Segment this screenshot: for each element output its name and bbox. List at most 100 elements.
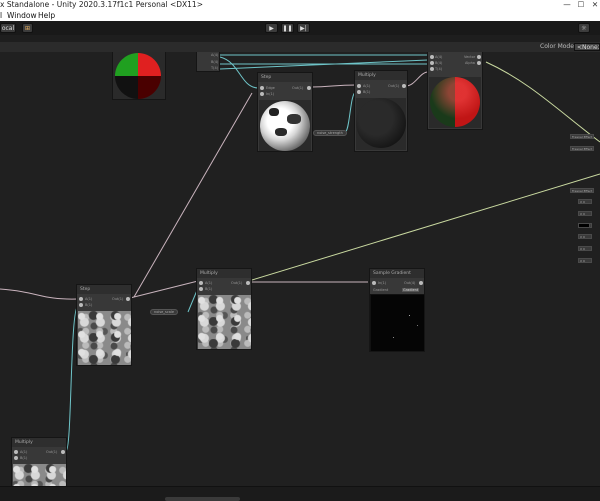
node-preview	[198, 295, 251, 349]
port-label: B(1)	[363, 90, 371, 94]
graph-canvas[interactable]: A(4) B(4) T(4) Step Edge In(1) Out(1) Mu…	[0, 52, 600, 486]
master-field[interactable]: X 0	[578, 246, 592, 251]
port-label: A(4)	[211, 53, 219, 57]
master-field[interactable]: Fresnel Effect	[570, 146, 594, 151]
input-port[interactable]	[260, 86, 264, 90]
input-port[interactable]	[79, 303, 83, 307]
input-port[interactable]	[372, 281, 376, 285]
node-preview	[429, 77, 481, 128]
window-title: x Standalone - Unity 2020.3.17f1c1 Perso…	[0, 0, 203, 9]
global-toggle-icon[interactable]: ⊞	[22, 23, 33, 33]
wire	[311, 84, 357, 88]
port-label: In(1)	[378, 281, 387, 285]
input-port[interactable]	[260, 92, 264, 96]
graph-bottom-bar	[0, 486, 600, 501]
master-field[interactable]: X 0	[578, 211, 592, 216]
input-port[interactable]	[430, 67, 434, 71]
wire	[219, 56, 259, 89]
input-port[interactable]	[14, 456, 18, 460]
port-label: Out(4)	[404, 281, 416, 285]
menu-item-window[interactable]: Window	[7, 10, 37, 21]
node-preview	[13, 464, 66, 486]
port-label: A(1)	[85, 297, 93, 301]
node-multiply-mid[interactable]: Multiply A(1) B(1) Out(1)	[196, 268, 252, 350]
master-field[interactable]: X 0	[578, 199, 592, 204]
wire	[133, 92, 253, 298]
preview-spot	[269, 108, 279, 116]
wire	[251, 173, 600, 281]
preview-sphere	[356, 98, 406, 148]
node-header: Sample Gradient	[370, 269, 424, 278]
master-field[interactable]: X 0	[578, 234, 592, 239]
node-header: Step	[77, 285, 131, 294]
horizontal-scrollbar[interactable]	[165, 497, 240, 501]
port-label: A(1)	[205, 281, 213, 285]
node-sample-gradient[interactable]: Sample Gradient In(1) Out(4) Gradient Gr…	[369, 268, 425, 352]
menu-item-help[interactable]: Help	[38, 10, 55, 21]
step-icon[interactable]: ▶|	[297, 23, 310, 33]
master-field[interactable]: X 0	[578, 258, 592, 263]
node-preview	[259, 100, 311, 151]
title-bar: x Standalone - Unity 2020.3.17f1c1 Perso…	[0, 0, 600, 10]
node-multiply-bottom[interactable]: Multiply A(1) B(1) Out(1)	[11, 437, 67, 486]
preview-sphere	[260, 101, 310, 151]
node-step-top[interactable]: Step Edge In(1) Out(1)	[257, 72, 313, 152]
pause-icon[interactable]: ❚❚	[281, 23, 294, 33]
master-field[interactable]: Fresnel Effect	[570, 188, 594, 193]
node-preview	[371, 295, 424, 351]
settings-icon[interactable]: ☼	[578, 23, 590, 33]
input-port[interactable]	[199, 287, 203, 291]
wire	[485, 61, 600, 143]
input-port[interactable]	[430, 55, 434, 59]
port-label: B(1)	[85, 303, 93, 307]
maximize-button[interactable]: ☐	[576, 0, 586, 10]
master-color-swatch[interactable]	[578, 223, 590, 228]
property-node-noise-scale[interactable]: noise_scale	[150, 309, 179, 315]
gradient-row-label: Gradient	[373, 288, 389, 292]
node-step-noise-left[interactable]: Step A(1) B(1) Out(1)	[76, 284, 132, 366]
port-label: Out(1)	[388, 84, 400, 88]
output-port[interactable]	[402, 84, 406, 88]
output-port[interactable]	[61, 450, 65, 454]
preview-spot	[287, 114, 301, 124]
input-port[interactable]	[14, 450, 18, 454]
port-label: Edge	[266, 86, 275, 90]
input-port[interactable]	[430, 61, 434, 65]
node-multiply-top[interactable]: Multiply A(1) B(1) Out(1)	[354, 70, 408, 152]
port-label: B(1)	[20, 456, 28, 460]
node-preview-top-left[interactable]	[112, 52, 166, 100]
preview-dot	[417, 325, 418, 326]
output-port[interactable]	[477, 61, 481, 65]
node-top-inputs[interactable]: A(4) B(4) T(4)	[196, 52, 220, 72]
preview-dot	[393, 337, 394, 338]
close-button[interactable]: ✕	[590, 0, 600, 10]
minimize-button[interactable]: —	[562, 0, 572, 10]
output-port[interactable]	[419, 281, 423, 285]
menu-item-l[interactable]: l	[0, 10, 2, 21]
input-port[interactable]	[357, 84, 361, 88]
port-label: T(4)	[435, 67, 443, 71]
input-port[interactable]	[199, 281, 203, 285]
output-port[interactable]	[307, 86, 311, 90]
output-port[interactable]	[246, 281, 250, 285]
color-mode-dropdown[interactable]: <None>	[574, 43, 600, 51]
node-header: Multiply	[12, 438, 66, 447]
input-port[interactable]	[79, 297, 83, 301]
wire	[0, 288, 79, 300]
input-port[interactable]	[357, 90, 361, 94]
wire	[129, 280, 199, 299]
gradient-field[interactable]: Gradient	[402, 288, 420, 292]
port-label: B(4)	[435, 61, 443, 65]
node-preview	[113, 52, 165, 99]
output-port[interactable]	[477, 55, 481, 59]
property-node-noise-strength[interactable]: noise_strength	[313, 130, 347, 136]
preview-spot	[275, 128, 287, 136]
preview-dot	[409, 315, 410, 316]
play-icon[interactable]: ▶	[265, 23, 278, 33]
output-port[interactable]	[126, 297, 130, 301]
node-header: Step	[258, 73, 312, 82]
port-label: Vector	[464, 55, 476, 59]
pivot-local-button[interactable]: ocal	[0, 23, 16, 33]
master-field[interactable]: Fresnel Effect	[570, 134, 594, 139]
node-combine-top[interactable]: A(4) B(4) T(4) Vector Alpha	[427, 52, 483, 130]
